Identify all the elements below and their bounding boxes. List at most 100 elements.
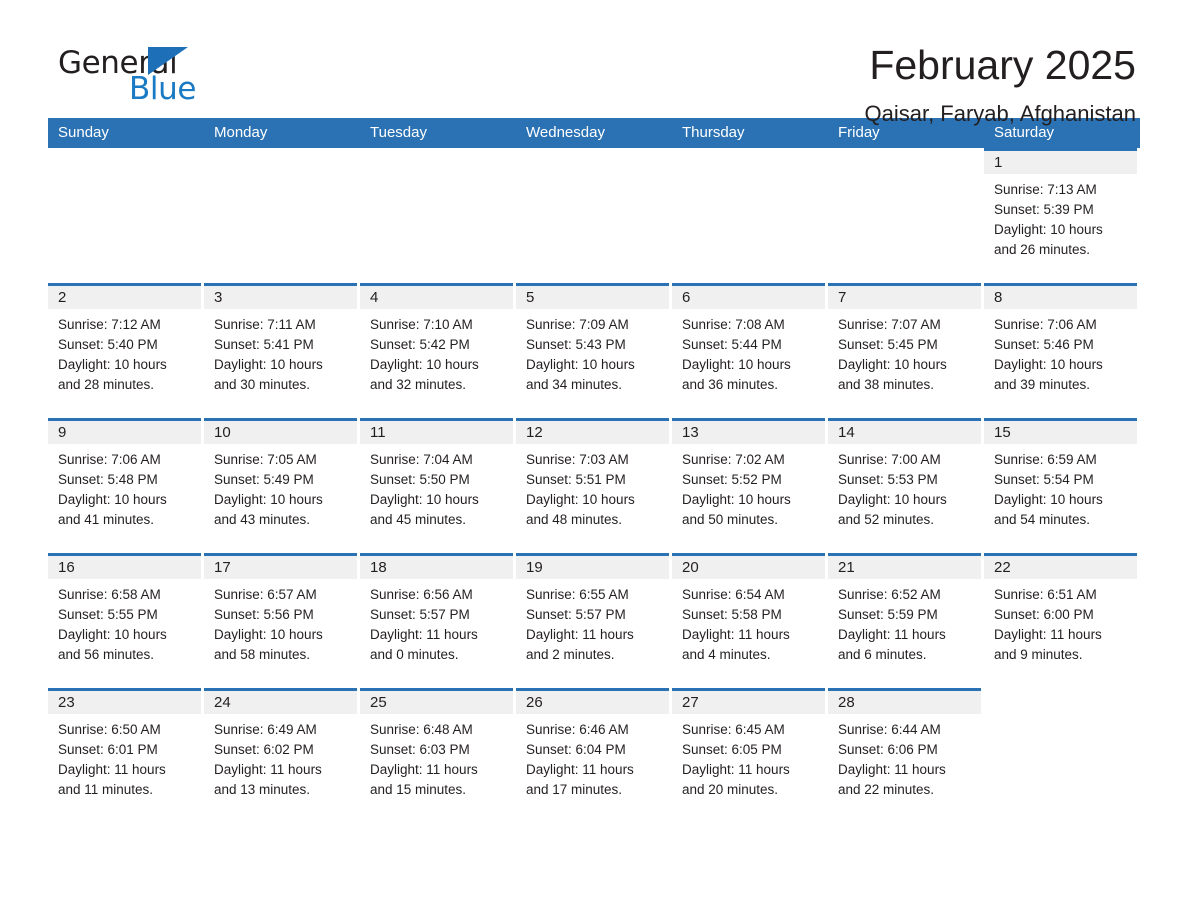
calendar-day-cell[interactable]: 22 Sunrise: 6:51 AM Sunset: 6:00 PM Dayligh…: [984, 553, 1140, 688]
sunrise-text: Sunrise: 7:05 AM: [214, 452, 317, 467]
sunrise-text: Sunrise: 6:58 AM: [58, 587, 161, 602]
day-number: 28: [838, 694, 855, 711]
calendar-day-cell[interactable]: 28 Sunrise: 6:44 AM Sunset: 6:06 PM Dayligh…: [828, 688, 984, 823]
sunset-text: Sunset: 5:51 PM: [526, 472, 626, 487]
sunrise-text: Sunrise: 6:46 AM: [526, 722, 629, 737]
daylight-text-line2: and 28 minutes.: [58, 377, 155, 392]
day-number: 12: [526, 424, 543, 441]
calendar-day-cell[interactable]: 3 Sunrise: 7:11 AM Sunset: 5:41 PM Daylight…: [204, 283, 360, 418]
calendar-day-cell[interactable]: 1 Sunrise: 7:13 AM Sunset: 5:39 PM Daylight…: [984, 148, 1140, 283]
day-number-band: 1: [984, 148, 1137, 174]
day-number: 23: [58, 694, 75, 711]
day-details: Sunrise: 6:55 AM Sunset: 5:57 PM Daylight:…: [516, 579, 672, 665]
calendar-day-cell[interactable]: 8 Sunrise: 7:06 AM Sunset: 5:46 PM Daylight…: [984, 283, 1140, 418]
sunset-text: Sunset: 5:54 PM: [994, 472, 1094, 487]
sunset-text: Sunset: 5:55 PM: [58, 607, 158, 622]
day-number-band: 26: [516, 688, 669, 714]
sunset-text: Sunset: 5:43 PM: [526, 337, 626, 352]
day-number-band: 28: [828, 688, 981, 714]
calendar-day-cell[interactable]: 4 Sunrise: 7:10 AM Sunset: 5:42 PM Daylight…: [360, 283, 516, 418]
calendar-day-cell[interactable]: 12 Sunrise: 7:03 AM Sunset: 5:51 PM Dayligh…: [516, 418, 672, 553]
sunset-text: Sunset: 5:39 PM: [994, 202, 1094, 217]
day-number-band: 14: [828, 418, 981, 444]
daylight-text-line2: and 32 minutes.: [370, 377, 467, 392]
calendar-empty-cell: [672, 148, 828, 283]
calendar-day-cell[interactable]: 5 Sunrise: 7:09 AM Sunset: 5:43 PM Daylight…: [516, 283, 672, 418]
daylight-text-line2: and 13 minutes.: [214, 782, 311, 797]
day-number-band: [984, 688, 1137, 714]
calendar-day-cell[interactable]: 26 Sunrise: 6:46 AM Sunset: 6:04 PM Dayligh…: [516, 688, 672, 823]
sunset-text: Sunset: 5:42 PM: [370, 337, 470, 352]
sunrise-text: Sunrise: 7:09 AM: [526, 317, 629, 332]
calendar-day-cell[interactable]: 19 Sunrise: 6:55 AM Sunset: 5:57 PM Dayligh…: [516, 553, 672, 688]
calendar-day-cell[interactable]: 18 Sunrise: 6:56 AM Sunset: 5:57 PM Dayligh…: [360, 553, 516, 688]
calendar-day-cell[interactable]: 21 Sunrise: 6:52 AM Sunset: 5:59 PM Dayligh…: [828, 553, 984, 688]
calendar-day-cell[interactable]: 7 Sunrise: 7:07 AM Sunset: 5:45 PM Daylight…: [828, 283, 984, 418]
day-number: 22: [994, 559, 1011, 576]
calendar-day-cell[interactable]: 23 Sunrise: 6:50 AM Sunset: 6:01 PM Dayligh…: [48, 688, 204, 823]
daylight-text-line1: Daylight: 10 hours: [994, 492, 1103, 507]
daylight-text-line1: Daylight: 10 hours: [682, 492, 791, 507]
daylight-text-line2: and 4 minutes.: [682, 647, 771, 662]
daylight-text-line1: Daylight: 10 hours: [58, 627, 167, 642]
calendar-day-cell[interactable]: 11 Sunrise: 7:04 AM Sunset: 5:50 PM Dayligh…: [360, 418, 516, 553]
calendar-day-cell[interactable]: 14 Sunrise: 7:00 AM Sunset: 5:53 PM Dayligh…: [828, 418, 984, 553]
day-number: 20: [682, 559, 699, 576]
sunrise-text: Sunrise: 6:56 AM: [370, 587, 473, 602]
daylight-text-line1: Daylight: 10 hours: [838, 357, 947, 372]
sunset-text: Sunset: 5:40 PM: [58, 337, 158, 352]
daylight-text-line2: and 26 minutes.: [994, 242, 1091, 257]
daylight-text-line1: Daylight: 10 hours: [682, 357, 791, 372]
daylight-text-line1: Daylight: 11 hours: [994, 627, 1102, 642]
day-number-band: 25: [360, 688, 513, 714]
sunset-text: Sunset: 6:01 PM: [58, 742, 158, 757]
daylight-text-line2: and 45 minutes.: [370, 512, 467, 527]
day-number: 27: [682, 694, 699, 711]
calendar-day-cell[interactable]: 15 Sunrise: 6:59 AM Sunset: 5:54 PM Dayligh…: [984, 418, 1140, 553]
calendar-day-cell[interactable]: 20 Sunrise: 6:54 AM Sunset: 5:58 PM Dayligh…: [672, 553, 828, 688]
calendar-day-cell[interactable]: 25 Sunrise: 6:48 AM Sunset: 6:03 PM Dayligh…: [360, 688, 516, 823]
day-details: Sunrise: 7:06 AM Sunset: 5:46 PM Daylight:…: [984, 309, 1140, 395]
daylight-text-line2: and 9 minutes.: [994, 647, 1083, 662]
day-number: 2: [58, 289, 67, 306]
calendar-grid: Sunday Monday Tuesday Wednesday Thursday Frid…: [48, 118, 1140, 823]
calendar-day-cell[interactable]: 10 Sunrise: 7:05 AM Sunset: 5:49 PM Dayligh…: [204, 418, 360, 553]
daylight-text-line1: Daylight: 11 hours: [526, 627, 634, 642]
daylight-text-line2: and 52 minutes.: [838, 512, 935, 527]
calendar-day-cell[interactable]: 2 Sunrise: 7:12 AM Sunset: 5:40 PM Daylight…: [48, 283, 204, 418]
day-number-band: 16: [48, 553, 201, 579]
calendar-day-cell[interactable]: 24 Sunrise: 6:49 AM Sunset: 6:02 PM Dayligh…: [204, 688, 360, 823]
day-details: Sunrise: 6:54 AM Sunset: 5:58 PM Daylight:…: [672, 579, 828, 665]
day-details: Sunrise: 7:10 AM Sunset: 5:42 PM Daylight:…: [360, 309, 516, 395]
sunrise-text: Sunrise: 7:07 AM: [838, 317, 941, 332]
day-number: 5: [526, 289, 535, 306]
calendar-day-cell[interactable]: 13 Sunrise: 7:02 AM Sunset: 5:52 PM Dayligh…: [672, 418, 828, 553]
calendar-day-cell[interactable]: 17 Sunrise: 6:57 AM Sunset: 5:56 PM Dayligh…: [204, 553, 360, 688]
day-number-band: 18: [360, 553, 513, 579]
daylight-text-line2: and 22 minutes.: [838, 782, 935, 797]
sunrise-text: Sunrise: 7:12 AM: [58, 317, 161, 332]
daylight-text-line2: and 50 minutes.: [682, 512, 779, 527]
calendar-day-cell[interactable]: 6 Sunrise: 7:08 AM Sunset: 5:44 PM Daylight…: [672, 283, 828, 418]
calendar-day-cell[interactable]: 9 Sunrise: 7:06 AM Sunset: 5:48 PM Daylight…: [48, 418, 204, 553]
sunrise-text: Sunrise: 7:02 AM: [682, 452, 785, 467]
calendar-day-cell[interactable]: 16 Sunrise: 6:58 AM Sunset: 5:55 PM Dayligh…: [48, 553, 204, 688]
day-number: 10: [214, 424, 231, 441]
daylight-text-line1: Daylight: 11 hours: [682, 762, 790, 777]
calendar-empty-cell: [204, 148, 360, 283]
sunrise-text: Sunrise: 7:00 AM: [838, 452, 941, 467]
day-details: Sunrise: 6:46 AM Sunset: 6:04 PM Daylight:…: [516, 714, 672, 800]
day-number-band: 8: [984, 283, 1137, 309]
day-details: Sunrise: 7:13 AM Sunset: 5:39 PM Daylight:…: [984, 174, 1140, 260]
day-details: Sunrise: 7:06 AM Sunset: 5:48 PM Daylight:…: [48, 444, 204, 530]
day-details: Sunrise: 6:56 AM Sunset: 5:57 PM Daylight:…: [360, 579, 516, 665]
sunset-text: Sunset: 6:02 PM: [214, 742, 314, 757]
daylight-text-line2: and 38 minutes.: [838, 377, 935, 392]
daylight-text-line1: Daylight: 10 hours: [526, 492, 635, 507]
day-number: 13: [682, 424, 699, 441]
calendar-day-cell[interactable]: 27 Sunrise: 6:45 AM Sunset: 6:05 PM Dayligh…: [672, 688, 828, 823]
sunset-text: Sunset: 6:06 PM: [838, 742, 938, 757]
day-details: Sunrise: 6:50 AM Sunset: 6:01 PM Daylight:…: [48, 714, 204, 800]
day-number-band: [48, 148, 201, 174]
calendar-week-row: 16 Sunrise: 6:58 AM Sunset: 5:55 PM Dayligh…: [48, 553, 1140, 688]
